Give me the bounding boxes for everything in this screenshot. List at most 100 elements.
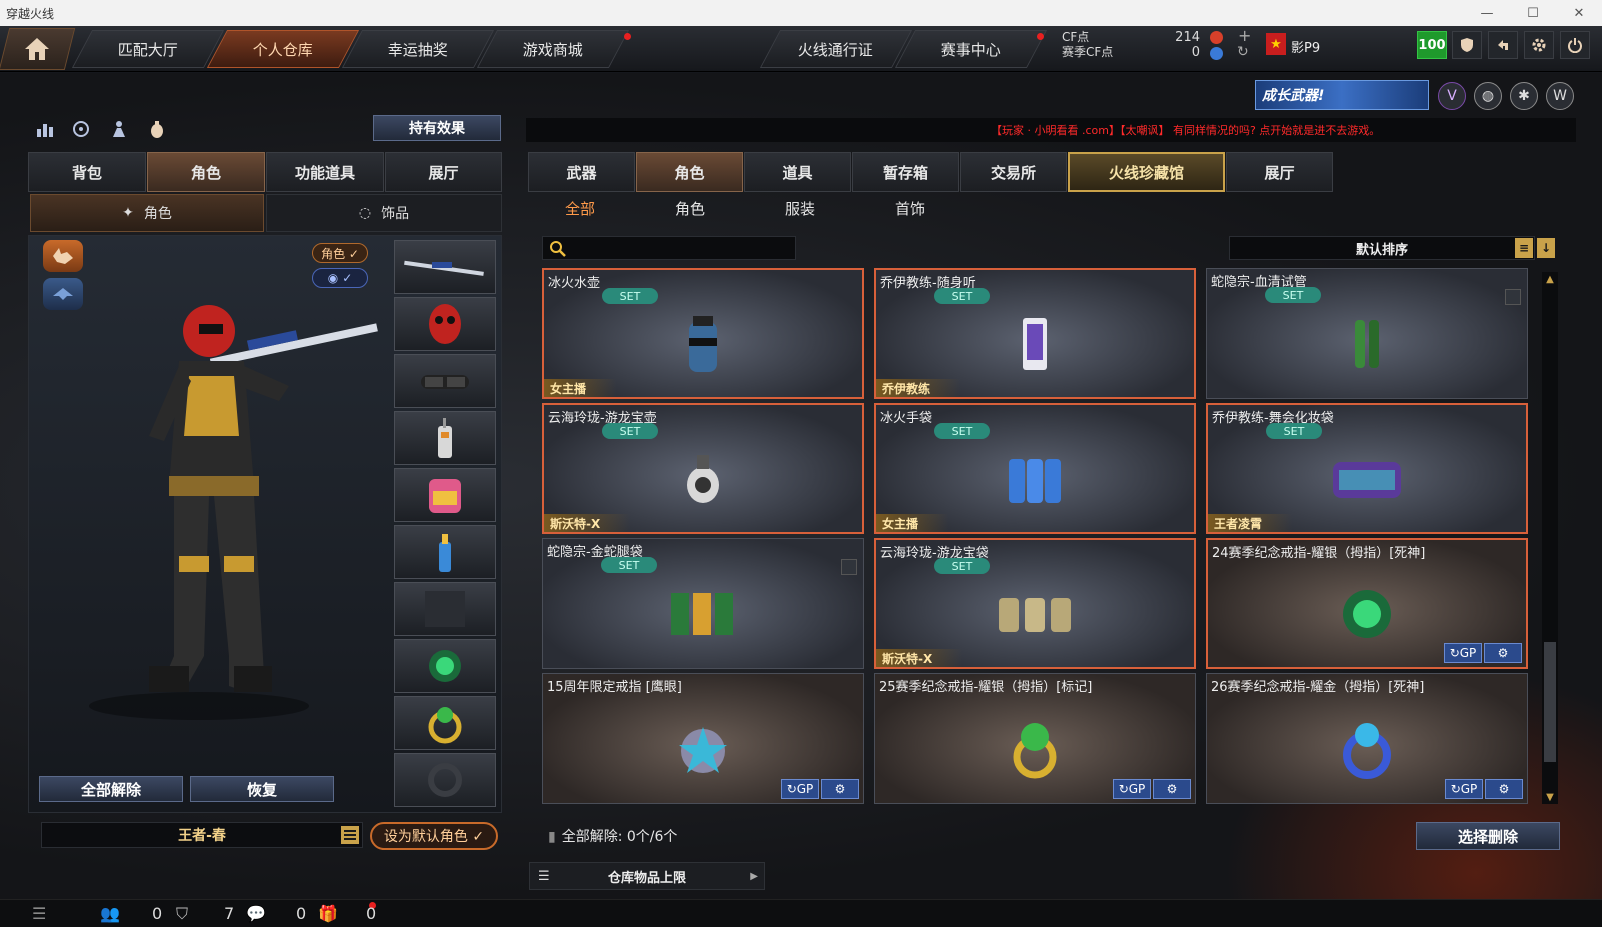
nav-tab-match-hall[interactable]: 匹配大厅 [71,30,225,68]
equip-slot-weapon[interactable] [394,240,496,294]
tab-character[interactable]: 角色 [147,152,265,192]
character-menu-icon[interactable] [341,826,359,844]
item-card[interactable]: 乔伊教练-随身听 SET 乔伊教练 [874,268,1196,399]
gift-icon[interactable]: 🎁 [318,904,338,923]
tab-right-showroom[interactable]: 展厅 [1226,152,1333,192]
scroll-thumb[interactable] [1544,642,1556,762]
list-icon[interactable]: ☰ [32,904,46,923]
chat-icon[interactable]: 💬 [246,904,266,923]
tab-backpack[interactable]: 背包 [28,152,146,192]
nav-tab-personal-warehouse[interactable]: 个人仓库 [206,30,360,68]
friends-icon[interactable]: 👥 [100,904,120,923]
equip-slot-empty[interactable] [394,582,496,636]
restore-button[interactable]: 恢复 [190,776,334,802]
release-all-button[interactable]: 全部解除 [39,776,183,802]
equip-slot-ring-empty[interactable] [394,753,496,807]
minimize-icon[interactable]: — [1464,0,1510,26]
pose-icon[interactable] [106,116,132,142]
home-button[interactable] [0,28,76,70]
tab-showroom[interactable]: 展厅 [385,152,502,192]
emblem-icon[interactable]: V [1438,82,1466,110]
close-icon[interactable]: ✕ [1556,0,1602,26]
nav-tab-event-center[interactable]: 赛事中心 [894,30,1048,68]
add-cf-icon[interactable]: + [1238,26,1251,45]
item-card[interactable]: 云海玲珑-游龙宝壶 SET 斯沃特-X [542,403,864,534]
item-card[interactable]: 乔伊教练-舞会化妆袋 SET 王者凌霄 [1206,403,1528,534]
nav-tab-lucky-draw[interactable]: 幸运抽奖 [341,30,495,68]
sort-direction-icon[interactable]: ↓ [1537,238,1555,258]
equip-slot-goggles[interactable] [394,354,496,408]
set-default-character-button[interactable]: 设为默认角色 ✓ [370,822,498,850]
item-card[interactable]: 云海玲珑-游龙宝袋 SET 斯沃特-X [874,538,1196,669]
maximize-icon[interactable]: ☐ [1510,0,1556,26]
hold-effect-button[interactable]: 持有效果 [373,115,501,141]
globe-icon[interactable]: ◍ [1474,82,1502,110]
tab-exchange[interactable]: 交易所 [960,152,1067,192]
equip-slot-mask[interactable] [394,297,496,351]
equip-slot-backpack[interactable] [394,468,496,522]
trash-icon[interactable] [841,559,857,575]
equip-slot-ring-gold[interactable] [394,696,496,750]
gear-icon[interactable]: ⚙ [1484,643,1522,663]
wings-icon[interactable]: W [1546,82,1574,110]
subtab-role[interactable]: 角色 [650,198,730,219]
wolf-icon[interactable] [43,240,83,272]
gear-icon[interactable]: ⚙ [1153,779,1191,799]
subtab-clothing[interactable]: 服装 [760,198,840,219]
level-badge[interactable]: 100 [1417,31,1447,59]
trash-icon[interactable] [1505,289,1521,305]
subtab-all[interactable]: 全部 [540,198,620,219]
tab-role[interactable]: 角色 [636,152,743,192]
nav-tab-game-shop[interactable]: 游戏商城 [476,30,630,68]
visibility-badge[interactable]: ◉ ✓ [312,268,368,288]
gear-icon[interactable] [1524,31,1554,59]
item-card[interactable]: 25赛季纪念戒指-耀银（拇指）[标记] ↻GP ⚙ [874,673,1196,804]
nav-tab-battle-pass[interactable]: 火线通行证 [759,30,913,68]
role-badge[interactable]: 角色 ✓ [312,243,368,263]
subtab-accessory[interactable]: ◌ 饰品 [266,194,502,232]
grenade-icon[interactable] [144,116,170,142]
item-card[interactable]: 15周年限定戒指 [鹰眼] ↻GP ⚙ [542,673,864,804]
tab-function-items[interactable]: 功能道具 [266,152,384,192]
clan-shield-icon[interactable]: ⛉ [176,904,188,924]
rotate-view-icon[interactable] [68,116,94,142]
item-card[interactable]: 冰火水壶 SET 女主播 [542,268,864,399]
item-card[interactable]: 蛇隐宗-血清试管 SET [1206,268,1528,399]
item-card[interactable]: 24赛季纪念戒指-耀银（拇指）[死神] ↻GP ⚙ [1206,538,1528,669]
refresh-icon[interactable]: ↻ [1237,44,1249,60]
search-input[interactable] [542,236,796,260]
growth-weapon-banner[interactable]: 成长武器! [1255,80,1429,110]
tab-props[interactable]: 道具 [744,152,851,192]
item-card[interactable]: 蛇隐宗-金蛇腿袋 SET [542,538,864,669]
equip-slot-bottle[interactable] [394,525,496,579]
shield-icon[interactable] [1452,31,1482,59]
item-card[interactable]: 26赛季纪念戒指-耀金（拇指）[死神] ↻GP ⚙ [1206,673,1528,804]
exchange-gp-button[interactable]: ↻GP [1445,779,1483,799]
power-icon[interactable] [1560,31,1590,59]
scroll-up-icon[interactable]: ▲ [1542,272,1558,286]
eagle-icon[interactable] [43,278,83,310]
item-card[interactable]: 冰火手袋 SET 女主播 [874,403,1196,534]
return-icon[interactable] [1488,31,1518,59]
equip-slot-radio[interactable] [394,411,496,465]
tab-temp-box[interactable]: 暂存箱 [852,152,959,192]
gear-icon[interactable]: ⚙ [1485,779,1523,799]
exchange-gp-button[interactable]: ↻GP [1113,779,1151,799]
subtab-character[interactable]: ✦ 角色 [30,194,264,232]
tab-weapon[interactable]: 武器 [528,152,635,192]
tab-collection-hall[interactable]: 火线珍藏馆 [1068,152,1225,192]
choose-delete-button[interactable]: 选择删除 [1416,822,1560,850]
exchange-gp-button[interactable]: ↻GP [1444,643,1482,663]
subtab-jewelry[interactable]: 首饰 [870,198,950,219]
sort-dropdown[interactable]: 默认排序 [1229,236,1535,260]
warehouse-capacity-bar[interactable]: ☰ 仓库物品上限 ▶ [529,862,765,890]
character-name-field[interactable]: 王者-春 [41,822,363,848]
gear-icon[interactable]: ⚙ [821,779,859,799]
item-scrollbar[interactable]: ▲ ▼ [1542,272,1558,804]
badge-icon[interactable]: ✱ [1510,82,1538,110]
equip-slot-ring-lion[interactable] [394,639,496,693]
stats-icon[interactable] [32,116,58,142]
sort-list-icon[interactable]: ≡ [1515,238,1533,258]
exchange-gp-button[interactable]: ↻GP [781,779,819,799]
scroll-down-icon[interactable]: ▼ [1542,790,1558,804]
